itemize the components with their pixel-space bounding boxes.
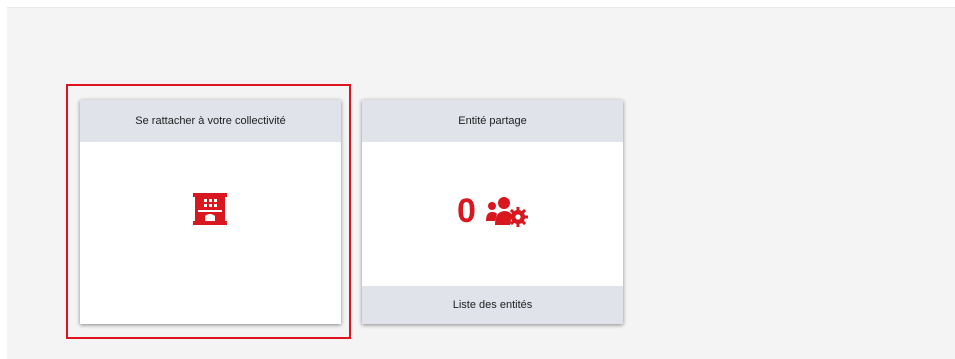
entity-count: 0 [457,192,476,230]
card-rattacher-collectivite[interactable]: Se rattacher à votre collectivité [80,100,341,324]
building-icon [193,193,227,225]
card-title: Entité partage [362,100,623,142]
divider [7,7,955,8]
liste-entites-link[interactable]: Liste des entités [362,286,623,324]
users-cog-icon [485,197,528,227]
card-entite-partage[interactable]: Entité partage 0 Liste des entités [362,100,623,324]
card-title: Se rattacher à votre collectivité [80,100,341,142]
entity-count-row: 0 [362,194,623,228]
